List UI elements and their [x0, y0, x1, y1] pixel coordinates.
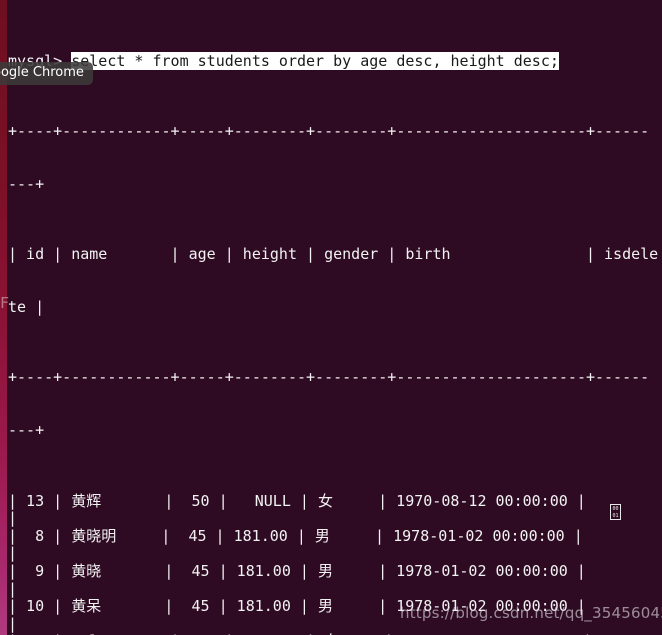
table-row-wrap: | — [8, 544, 18, 563]
table-row: | 9 | 黄晓 | 45 | 181.00 | 男 | 1978-01-02 … — [8, 562, 586, 580]
table-header-row-wrap: te | — [8, 298, 45, 317]
table-header-separator-wrap: ---+ — [8, 421, 45, 440]
clipped-edge-character: F — [0, 294, 9, 312]
table-top-separator-wrap: ---+ — [8, 174, 45, 193]
table-row: | 13 | 黄辉 | 50 | NULL | 女 | 1970-08-12 0… — [8, 491, 586, 510]
table-header-row: | id | name | age | height | gender | bi… — [8, 245, 659, 264]
sql-command[interactable]: select * from students order by age desc… — [71, 51, 559, 70]
box-glyph-bottom-digits: 01 — [612, 512, 619, 519]
window-left-edge-stripe — [0, 0, 7, 635]
box-glyph-top-digits: 00 — [612, 505, 619, 512]
table-row-wrap: | — [8, 509, 18, 528]
table-row-wrap: | — [8, 579, 18, 598]
csdn-watermark: https://blog.csdn.net/qq_35456045 — [400, 604, 662, 622]
prompt-line: mysql> select * from students order by a… — [0, 51, 662, 71]
table-top-separator: +----+------------+-----+--------+------… — [8, 122, 650, 141]
table-header-separator: +----+------------+-----+--------+------… — [8, 368, 650, 387]
google-chrome-tooltip: oogle Chrome — [0, 62, 93, 85]
terminal-output[interactable]: mysql> select * from students order by a… — [0, 0, 662, 635]
terminal-window: mysql> select * from students order by a… — [0, 0, 662, 635]
unicode-replacement-box-glyph: 00 01 — [610, 504, 621, 520]
table-row: | 8 | 黄晓明 | 45 | 181.00 | 男 | 1978-01-02… — [8, 526, 583, 545]
